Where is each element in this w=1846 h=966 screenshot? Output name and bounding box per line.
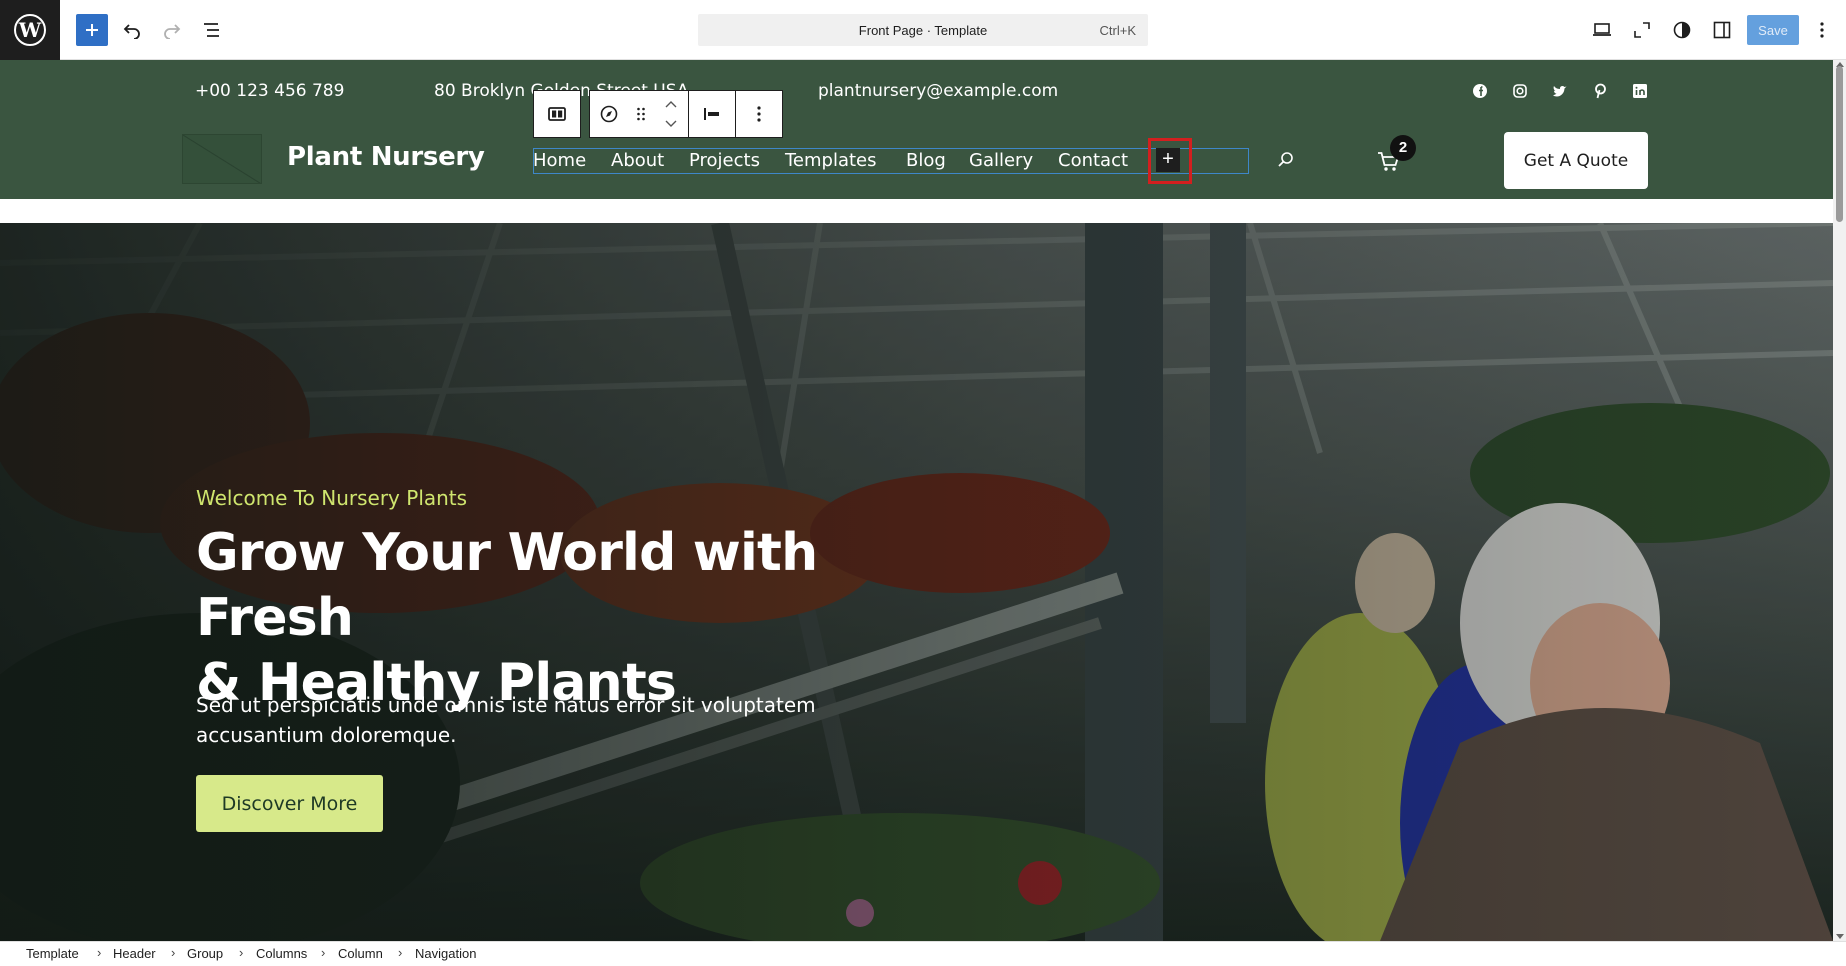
canvas-scrollbar[interactable]	[1833, 60, 1846, 941]
cart-count-badge: 2	[1390, 135, 1416, 161]
drag-handle-icon[interactable]	[628, 91, 654, 137]
breadcrumb-separator-icon: ›	[398, 945, 403, 960]
breadcrumb-template[interactable]: Template	[26, 946, 79, 961]
document-overview-icon[interactable]	[196, 14, 228, 46]
undo-icon[interactable]	[116, 14, 148, 46]
editor-canvas[interactable]: +00 123 456 789 80 Broklyn Golden Street…	[0, 60, 1833, 941]
block-breadcrumb: Template › Header › Group › Columns › Co…	[0, 941, 1846, 966]
nav-item-templates[interactable]: Templates	[785, 150, 877, 171]
editor-toolbar: W Front Page · Template Ctrl+K Save	[0, 0, 1846, 60]
breadcrumb-separator-icon: ›	[97, 945, 102, 960]
more-options-icon[interactable]	[736, 91, 782, 137]
search-icon[interactable]	[1276, 150, 1296, 170]
breadcrumb-separator-icon: ›	[171, 945, 176, 960]
redo-icon[interactable]	[156, 14, 188, 46]
site-title[interactable]: Plant Nursery	[287, 142, 485, 172]
instagram-icon[interactable]	[1512, 83, 1528, 99]
facebook-icon[interactable]	[1472, 83, 1488, 99]
header-phone: +00 123 456 789	[195, 81, 345, 101]
justify-left-icon[interactable]	[689, 91, 735, 137]
add-block-button[interactable]	[76, 14, 108, 46]
hero-title: Grow Your World with Fresh & Healthy Pla…	[196, 521, 956, 716]
twitter-icon[interactable]	[1552, 83, 1568, 99]
breadcrumb-column[interactable]: Column	[338, 946, 383, 961]
svg-text:W: W	[18, 18, 42, 42]
navigation-block-icon[interactable]	[590, 91, 628, 137]
pinterest-icon[interactable]	[1592, 83, 1608, 99]
nav-item-gallery[interactable]: Gallery	[969, 150, 1033, 171]
breadcrumb-separator-icon: ›	[239, 945, 244, 960]
nav-item-projects[interactable]: Projects	[689, 150, 760, 171]
wordpress-logo-icon[interactable]: W	[0, 0, 60, 60]
breadcrumb-columns[interactable]: Columns	[256, 946, 307, 961]
preview-device-icon[interactable]	[1586, 14, 1618, 46]
header-email: plantnursery@example.com	[818, 81, 1059, 101]
get-a-quote-button[interactable]: Get A Quote	[1504, 132, 1648, 189]
block-toolbar	[533, 90, 791, 138]
linkedin-icon[interactable]	[1632, 83, 1648, 99]
styles-contrast-icon[interactable]	[1666, 14, 1698, 46]
hero-cover-block[interactable]: Welcome To Nursery Plants Grow Your Worl…	[0, 223, 1833, 941]
settings-sidebar-icon[interactable]	[1706, 14, 1738, 46]
command-shortcut: Ctrl+K	[1099, 23, 1136, 38]
hero-title-line-1: Grow Your World with Fresh	[196, 523, 818, 648]
discover-more-button[interactable]: Discover More	[196, 775, 383, 832]
nav-item-about[interactable]: About	[611, 150, 664, 171]
select-parent-block-icon[interactable]	[534, 91, 580, 137]
hero-kicker: Welcome To Nursery Plants	[196, 486, 468, 510]
nav-item-home[interactable]: Home	[533, 150, 586, 171]
scroll-thumb[interactable]	[1836, 66, 1843, 222]
document-title: Front Page · Template	[858, 23, 988, 38]
nav-item-contact[interactable]: Contact	[1058, 150, 1128, 171]
move-up-down-icon[interactable]	[654, 91, 688, 137]
breadcrumb-navigation[interactable]: Navigation	[415, 946, 476, 961]
site-logo-placeholder[interactable]	[182, 134, 262, 184]
breadcrumb-group[interactable]: Group	[187, 946, 223, 961]
block-align-group	[688, 90, 736, 138]
breadcrumb-header[interactable]: Header	[113, 946, 156, 961]
block-controls-group	[589, 90, 689, 138]
breadcrumb-separator-icon: ›	[321, 945, 326, 960]
block-more-group	[735, 90, 783, 138]
hero-description: Sed ut perspiciatis unde omnis iste natu…	[196, 693, 816, 747]
options-menu-icon[interactable]	[1806, 14, 1838, 46]
save-button[interactable]: Save	[1747, 15, 1799, 45]
scroll-down-arrow-icon[interactable]	[1836, 934, 1844, 939]
block-parent-group	[533, 90, 581, 138]
fullscreen-icon[interactable]	[1626, 14, 1658, 46]
add-nav-item-button[interactable]: +	[1156, 148, 1180, 172]
nav-item-blog[interactable]: Blog	[906, 150, 946, 171]
site-header[interactable]: +00 123 456 789 80 Broklyn Golden Street…	[0, 60, 1833, 199]
document-title-bar[interactable]: Front Page · Template Ctrl+K	[698, 14, 1148, 46]
